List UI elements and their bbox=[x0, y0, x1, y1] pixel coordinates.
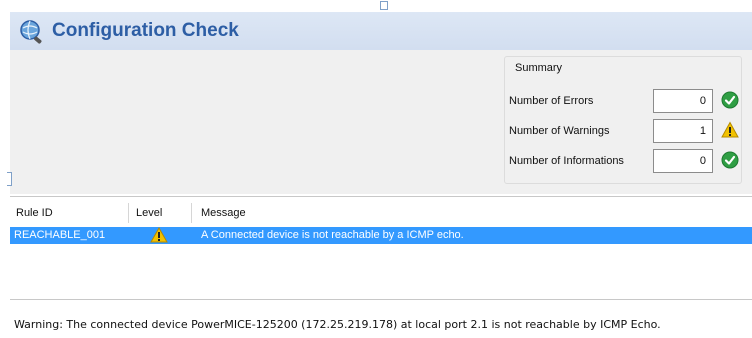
column-separator[interactable] bbox=[191, 203, 192, 223]
column-header-level[interactable]: Level bbox=[136, 207, 162, 219]
window-top-edge bbox=[0, 0, 752, 12]
title-bar: Configuration Check bbox=[10, 12, 752, 50]
warnings-count-field: 1 bbox=[653, 119, 713, 143]
search-globe-icon bbox=[20, 20, 42, 44]
summary-row-informations: Number of Informations 0 bbox=[509, 149, 741, 175]
informations-label: Number of Informations bbox=[509, 155, 624, 167]
summary-row-warnings: Number of Warnings 1 bbox=[509, 119, 741, 145]
cell-rule-id: REACHABLE_001 bbox=[14, 229, 106, 241]
summary-group: Summary Number of Errors 0 Number of War… bbox=[504, 56, 742, 184]
resize-handle-left[interactable] bbox=[7, 172, 12, 186]
table-row[interactable]: REACHABLE_001 A Connected device is not … bbox=[10, 227, 752, 244]
column-header-rule-id[interactable]: Rule ID bbox=[16, 207, 53, 219]
summary-group-label: Summary bbox=[513, 62, 565, 74]
summary-panel: Summary Number of Errors 0 Number of War… bbox=[10, 50, 752, 194]
status-message: Warning: The connected device PowerMICE-… bbox=[14, 318, 661, 331]
status-bar: Warning: The connected device PowerMICE-… bbox=[0, 308, 752, 338]
column-separator[interactable] bbox=[128, 203, 129, 223]
warnings-label: Number of Warnings bbox=[509, 125, 610, 137]
resize-handle-top[interactable] bbox=[380, 1, 388, 10]
errors-label: Number of Errors bbox=[509, 95, 594, 107]
summary-row-errors: Number of Errors 0 bbox=[509, 89, 741, 115]
errors-count-field: 0 bbox=[653, 89, 713, 113]
cell-message: A Connected device is not reachable by a… bbox=[201, 229, 464, 241]
table-header: Rule ID Level Message bbox=[10, 201, 752, 225]
ok-check-icon bbox=[721, 151, 739, 169]
informations-count-field: 0 bbox=[653, 149, 713, 173]
warning-icon bbox=[150, 227, 168, 243]
ok-check-icon bbox=[721, 91, 739, 109]
column-header-message[interactable]: Message bbox=[201, 207, 246, 219]
page-title: Configuration Check bbox=[52, 20, 239, 41]
warning-icon bbox=[721, 121, 739, 138]
results-table: Rule ID Level Message REACHABLE_001 A Co… bbox=[10, 196, 752, 300]
